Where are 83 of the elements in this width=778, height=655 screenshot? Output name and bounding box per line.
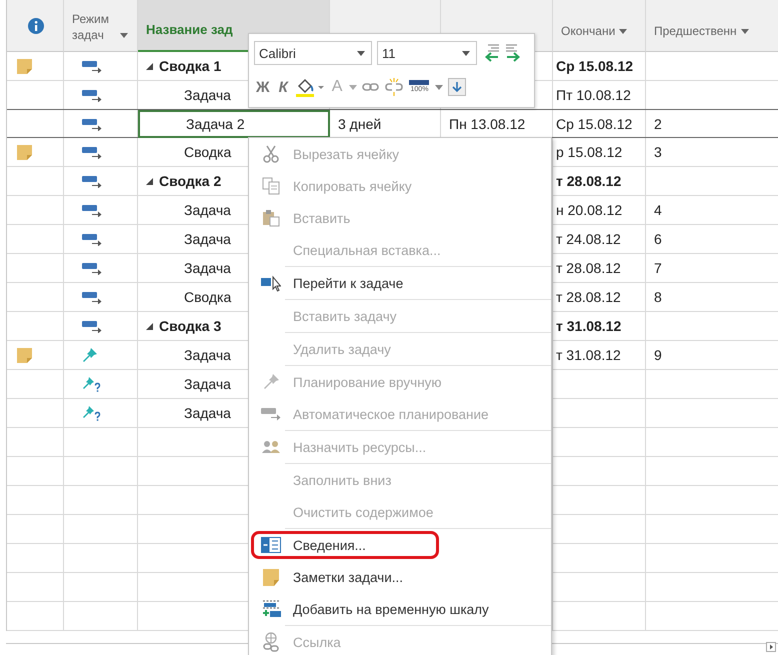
task-name: Задача [184, 405, 231, 421]
auto-schedule-icon [82, 88, 102, 102]
font-color-button[interactable]: A [330, 78, 344, 96]
bold-button[interactable]: Ж [254, 78, 272, 96]
table-cell: 3 дней [338, 116, 382, 132]
scissors-icon [262, 145, 280, 163]
column-header[interactable]: Окончани [553, 0, 646, 52]
column-header[interactable] [7, 0, 64, 52]
task-name: Сводка 2 [159, 173, 222, 189]
clipboard-icon [262, 209, 280, 227]
auto-schedule-icon [82, 232, 102, 246]
dropdown-caret-icon [619, 29, 628, 34]
table-cell: т 31.08.12 [556, 318, 622, 334]
timeline-add-icon [261, 599, 281, 619]
form-icon [261, 536, 281, 554]
table-cell: 7 [654, 260, 662, 276]
table-cell: т 28.08.12 [556, 289, 621, 305]
task-name: Задача 2 [186, 116, 245, 132]
task-name: Сводка 3 [159, 318, 222, 334]
menu-item[interactable]: Сведения... [249, 529, 441, 561]
table-cell: 2 [654, 116, 662, 132]
table-cell: Пн 13.08.12 [449, 116, 526, 132]
auto-schedule-icon [261, 406, 281, 422]
menu-item[interactable]: Заметки задачи... [249, 561, 551, 593]
copy-icon [262, 177, 280, 195]
unlink-icon[interactable] [385, 78, 404, 96]
table-cell: т 31.08.12 [556, 347, 621, 363]
table-cell: т 24.08.12 [556, 231, 621, 247]
auto-schedule-icon [82, 261, 102, 275]
column-header[interactable]: Предшественн [646, 0, 778, 52]
pin-icon [262, 373, 280, 391]
column-header[interactable]: Режим задач [64, 0, 138, 52]
table-cell: 6 [654, 231, 662, 247]
link-icon [262, 632, 280, 652]
table-cell: Ср 15.08.12 [556, 116, 632, 132]
task-name: Сводка [184, 144, 232, 160]
task-name: Задача [184, 376, 231, 392]
dropdown-caret-icon [120, 33, 128, 38]
note-icon [263, 568, 279, 586]
expand-triangle-icon[interactable] [146, 322, 153, 330]
auto-schedule-icon [82, 319, 102, 333]
font-size-dropdown[interactable]: 11 [377, 41, 477, 65]
table-cell: т 28.08.12 [556, 260, 621, 276]
auto-schedule-icon [82, 117, 102, 131]
auto-schedule-icon [82, 145, 102, 159]
task-name: Задача [184, 231, 231, 247]
task-name: Сводка 1 [159, 58, 222, 74]
info-icon [28, 18, 44, 34]
task-name: Задача [184, 347, 231, 363]
table-cell: 8 [654, 289, 662, 305]
task-name: Задача [184, 260, 231, 276]
auto-schedule-icon [82, 59, 102, 73]
font-name-dropdown[interactable]: Calibri [254, 41, 372, 65]
move-down-icon[interactable] [448, 78, 466, 96]
fill-color-icon[interactable] [294, 77, 325, 97]
table-cell: 4 [654, 202, 662, 218]
table-cell: Пт 10.08.12 [556, 87, 631, 103]
italic-button[interactable]: К [276, 78, 290, 96]
people-icon [262, 439, 280, 455]
menu-item[interactable]: Добавить на временную шкалу [249, 593, 551, 625]
table-cell: р 15.08.12 [556, 144, 622, 160]
table-cell: 3 [654, 144, 662, 160]
auto-schedule-icon [82, 203, 102, 217]
pin-icon [82, 347, 98, 363]
table-cell: т 28.08.12 [556, 173, 622, 189]
task-name: Сводка [184, 289, 232, 305]
auto-schedule-icon [82, 174, 102, 188]
expand-triangle-icon[interactable] [146, 178, 153, 184]
task-name: Задача [184, 202, 231, 218]
dropdown-caret-icon [740, 29, 749, 34]
table-cell: 9 [654, 347, 662, 363]
dropdown-caret-icon[interactable] [349, 84, 358, 90]
table-cell: н 20.08.12 [556, 202, 622, 218]
pin-question-icon [82, 405, 101, 421]
cursor-icon [261, 274, 281, 292]
link-icon[interactable] [362, 81, 380, 93]
task-name: Задача [184, 87, 231, 103]
table-cell: Ср 15.08.12 [556, 58, 634, 74]
dropdown-caret-icon[interactable] [435, 84, 444, 90]
scroll-right-icon[interactable] [766, 642, 776, 652]
expand-triangle-icon[interactable] [146, 62, 153, 70]
pin-question-icon [82, 376, 101, 392]
auto-schedule-icon [82, 290, 102, 304]
